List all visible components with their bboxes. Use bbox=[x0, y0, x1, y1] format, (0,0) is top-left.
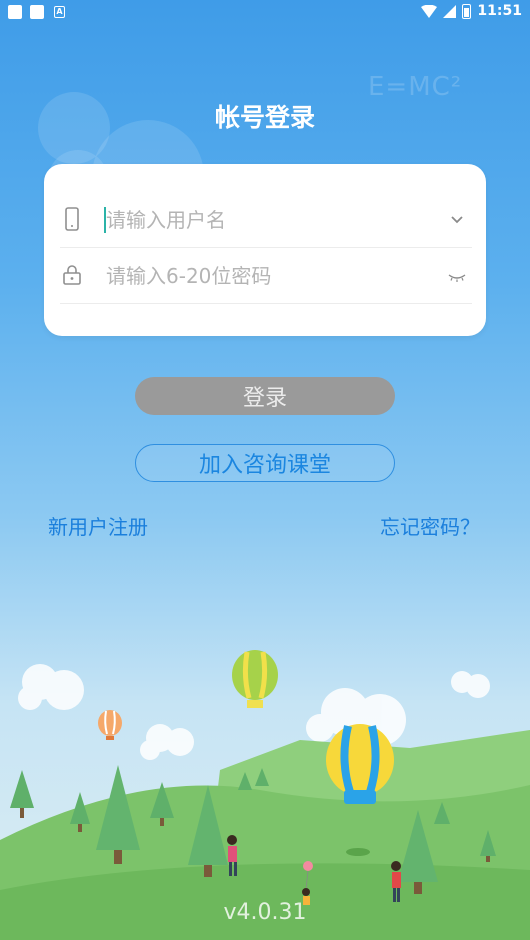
password-field bbox=[60, 248, 472, 304]
page-title: 帐号登录 bbox=[214, 103, 315, 132]
tree bbox=[10, 770, 34, 818]
lock-icon bbox=[63, 265, 81, 285]
notification-a-icon: A bbox=[54, 6, 65, 18]
username-field bbox=[60, 192, 472, 248]
landscape-illustration bbox=[0, 650, 530, 940]
join-consult-class-button[interactable]: 加入咨询课堂 bbox=[135, 444, 395, 482]
status-bar: A 11:51 bbox=[0, 0, 530, 24]
hot-air-balloon bbox=[98, 710, 122, 740]
phone-icon bbox=[65, 207, 79, 231]
battery-icon bbox=[462, 3, 472, 19]
login-form-card bbox=[44, 164, 486, 336]
notification-icon bbox=[8, 5, 22, 19]
cloud bbox=[140, 724, 194, 760]
balloon-shadow bbox=[346, 848, 370, 856]
hot-air-balloon bbox=[232, 650, 278, 708]
cloud bbox=[18, 664, 84, 710]
username-input[interactable] bbox=[106, 202, 426, 238]
register-link[interactable]: 新用户注册 bbox=[48, 511, 148, 540]
chevron-down-icon[interactable] bbox=[448, 212, 466, 228]
forgot-password-link[interactable]: 忘记密码？ bbox=[380, 511, 480, 540]
app-version: v4.0.31 bbox=[223, 900, 307, 925]
eye-closed-icon[interactable] bbox=[448, 268, 466, 284]
notification-icon bbox=[30, 5, 44, 19]
signal-icon bbox=[443, 4, 457, 18]
password-input[interactable] bbox=[106, 258, 426, 294]
login-button[interactable]: 登录 bbox=[135, 377, 395, 415]
status-time: 11:51 bbox=[477, 3, 522, 19]
cloud bbox=[451, 671, 490, 698]
wifi-icon bbox=[421, 4, 438, 18]
